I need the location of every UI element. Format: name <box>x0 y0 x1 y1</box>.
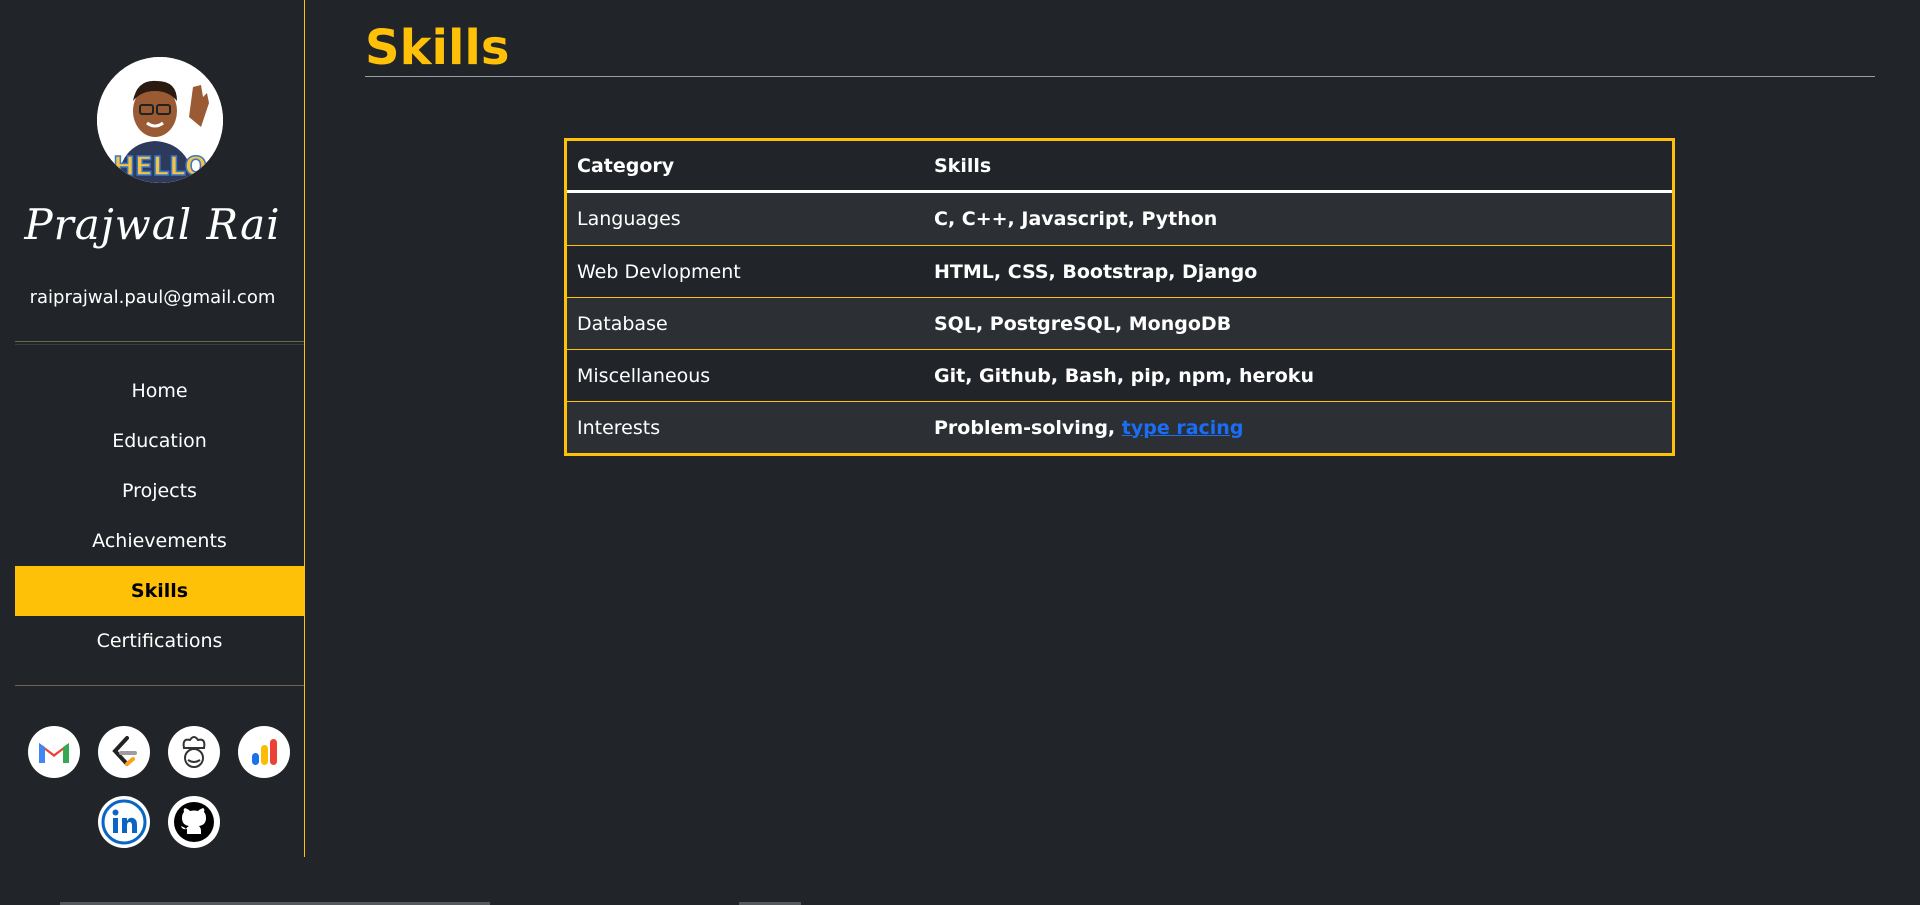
table-row: Web Devlopment HTML, CSS, Bootstrap, Dja… <box>567 245 1672 297</box>
nav-item-projects[interactable]: Projects <box>15 466 304 516</box>
linkedin-icon[interactable] <box>98 796 150 848</box>
table-row: Languages C, C++, Javascript, Python <box>567 193 1672 245</box>
profile-email: raiprajwal.paul@gmail.com <box>29 287 276 308</box>
leetcode-icon[interactable] <box>98 726 150 778</box>
nav-item-skills[interactable]: Skills <box>15 566 304 616</box>
sidebar-divider <box>15 341 304 342</box>
nav-item-certifications[interactable]: Certifications <box>15 616 304 666</box>
github-icon[interactable] <box>168 796 220 848</box>
category-cell: Web Devlopment <box>577 260 741 283</box>
nav-item-achievements[interactable]: Achievements <box>15 516 304 566</box>
skills-cell: C, C++, Javascript, Python <box>934 208 1218 230</box>
page-title: Skills <box>365 20 510 76</box>
category-cell: Languages <box>577 208 681 230</box>
avatar: HELLO <box>97 57 223 183</box>
title-divider <box>365 76 1875 77</box>
type-racing-link[interactable]: type racing <box>1122 417 1244 439</box>
skills-table: Category Skills Languages C, C++, Javasc… <box>564 138 1675 456</box>
table-header-row: Category Skills <box>567 141 1672 193</box>
table-row: Database SQL, PostgreSQL, MongoDB <box>567 297 1672 349</box>
sidebar-nav: Home Education Projects Achievements Ski… <box>15 366 304 666</box>
svg-text:HELLO: HELLO <box>113 152 207 182</box>
gmail-icon[interactable] <box>28 726 80 778</box>
table-row: Interests Problem-solving, type racing <box>567 401 1672 453</box>
codechef-icon[interactable] <box>168 726 220 778</box>
skills-cell: Git, Github, Bash, pip, npm, heroku <box>934 364 1314 387</box>
profile-name: Prajwal Rai <box>24 200 281 249</box>
sidebar: HELLO Prajwal Rai raiprajwal.paul@gmail.… <box>0 0 305 857</box>
sidebar-divider <box>15 344 304 345</box>
category-cell: Miscellaneous <box>577 364 711 387</box>
skills-cell: Problem-solving, type racing <box>934 417 1672 439</box>
skills-cell: HTML, CSS, Bootstrap, Django <box>934 260 1258 283</box>
table-row: Miscellaneous Git, Github, Bash, pip, np… <box>567 349 1672 401</box>
nav-item-education[interactable]: Education <box>15 416 304 466</box>
skills-cell: SQL, PostgreSQL, MongoDB <box>934 312 1232 335</box>
category-cell: Database <box>577 312 668 335</box>
nav-item-home[interactable]: Home <box>15 366 304 416</box>
google-analytics-icon[interactable] <box>238 726 290 778</box>
column-header-skills: Skills <box>934 154 992 177</box>
column-header-category: Category <box>577 154 675 177</box>
skills-text: Problem-solving, <box>934 416 1122 439</box>
category-cell: Interests <box>577 416 661 439</box>
memoji-avatar-icon: HELLO <box>97 57 223 183</box>
sidebar-divider <box>15 685 304 686</box>
